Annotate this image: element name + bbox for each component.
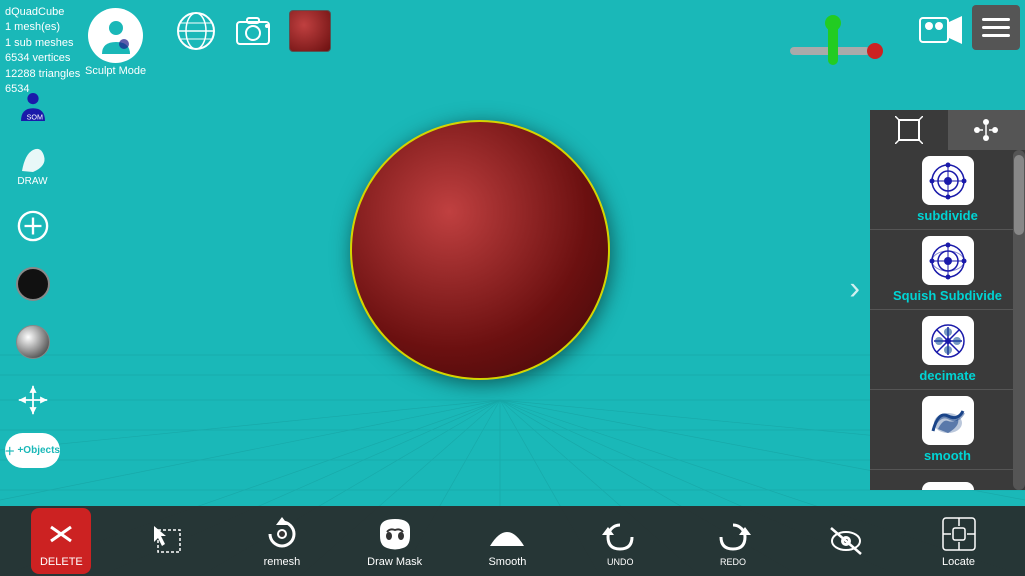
gradient-tool-icon	[16, 325, 50, 359]
smooth-button[interactable]: smooth	[870, 390, 1025, 470]
hide-icon	[826, 521, 866, 561]
squish-subdivide-icon	[922, 236, 974, 285]
remesh-button[interactable]: remesh	[247, 514, 317, 568]
draw-button[interactable]: DRAW	[8, 138, 58, 193]
decimate-icon	[922, 316, 974, 365]
hide-button[interactable]	[811, 521, 881, 561]
delete-label: DELETE	[40, 556, 83, 568]
sculpt-mode-button[interactable]: Sculpt Mode	[85, 8, 146, 77]
globe-icon[interactable]	[175, 10, 217, 52]
dot-tool-button[interactable]	[8, 259, 58, 309]
menu-button[interactable]	[972, 5, 1020, 50]
dot-tool-icon	[16, 267, 50, 301]
right-panel: subdivide	[870, 110, 1025, 490]
sculpt-mode-icon	[88, 8, 143, 63]
smooth-tool-label: Smooth	[488, 556, 526, 568]
draw-mask-label: Draw Mask	[367, 556, 422, 568]
sculpt-mode-label: Sculpt Mode	[85, 65, 146, 77]
delete-icon	[41, 514, 81, 554]
panel-arrow-button[interactable]: ›	[849, 270, 860, 307]
record-button[interactable]	[917, 10, 965, 50]
smooth-icon	[922, 396, 974, 445]
add-objects-button[interactable]: +Objects	[5, 433, 60, 468]
panel-item-partial[interactable]	[870, 470, 1025, 490]
add-button[interactable]	[8, 201, 58, 251]
locate-button[interactable]: Locate	[924, 514, 994, 568]
subdivide-icon	[922, 156, 974, 205]
delete-button[interactable]: DELETE	[31, 508, 91, 574]
squish-subdivide-label: Squish Subdivide	[893, 288, 1002, 303]
hamburger-line	[982, 34, 1010, 37]
panel-list: subdivide	[870, 150, 1025, 490]
undo-icon	[600, 515, 640, 555]
locate-icon	[939, 514, 979, 554]
top-right-icons	[917, 10, 965, 50]
subdivide-label: subdivide	[917, 208, 978, 223]
partial-icon	[922, 482, 974, 490]
panel-tab-nodes[interactable]	[948, 110, 1025, 150]
draw-mask-button[interactable]: Draw Mask	[360, 514, 430, 568]
draw-mask-icon	[375, 514, 415, 554]
panel-tabs	[870, 110, 1025, 150]
add-objects-label: +Objects	[17, 445, 60, 456]
top-icons	[175, 10, 331, 52]
gradient-tool-button[interactable]	[8, 317, 58, 367]
smooth-tool-icon	[487, 514, 527, 554]
panel-scrollbar-thumb[interactable]	[1014, 155, 1024, 235]
3d-viewport[interactable]: dQuadCube 1 mesh(es) 1 sub meshes 6534 v…	[0, 0, 1025, 576]
left-toolbar: SOM DRAW	[5, 80, 60, 468]
screenshot-icon[interactable]	[232, 10, 274, 52]
transform-gizmo[interactable]	[775, 15, 895, 85]
select-icon	[149, 521, 189, 561]
smooth-label: smooth	[924, 448, 971, 463]
select-button[interactable]	[134, 521, 204, 561]
hamburger-line	[982, 18, 1010, 21]
bottom-toolbar: DELETE rem	[0, 506, 1025, 576]
remesh-icon	[262, 514, 302, 554]
avatar-button[interactable]: SOM	[8, 80, 58, 130]
3d-sphere	[350, 120, 610, 380]
decimate-button[interactable]: decimate	[870, 310, 1025, 390]
redo-button[interactable]: REDO	[698, 515, 768, 567]
move-button[interactable]	[8, 375, 58, 425]
redo-label: REDO	[720, 557, 746, 567]
undo-button[interactable]: UNDO	[585, 515, 655, 567]
panel-scrollbar[interactable]	[1013, 150, 1025, 490]
svg-text:SOM: SOM	[26, 112, 42, 121]
remesh-label: remesh	[264, 556, 301, 568]
panel-tab-cube[interactable]	[870, 110, 948, 150]
draw-label: DRAW	[17, 176, 47, 187]
material-preview-icon[interactable]	[289, 10, 331, 52]
locate-label: Locate	[942, 556, 975, 568]
hamburger-line	[982, 26, 1010, 29]
squish-subdivide-button[interactable]: Squish Subdivide	[870, 230, 1025, 310]
smooth-tool-button[interactable]: Smooth	[472, 514, 542, 568]
decimate-label: decimate	[919, 368, 975, 383]
subdivide-button[interactable]: subdivide	[870, 150, 1025, 230]
undo-label: UNDO	[607, 557, 634, 567]
redo-icon	[713, 515, 753, 555]
